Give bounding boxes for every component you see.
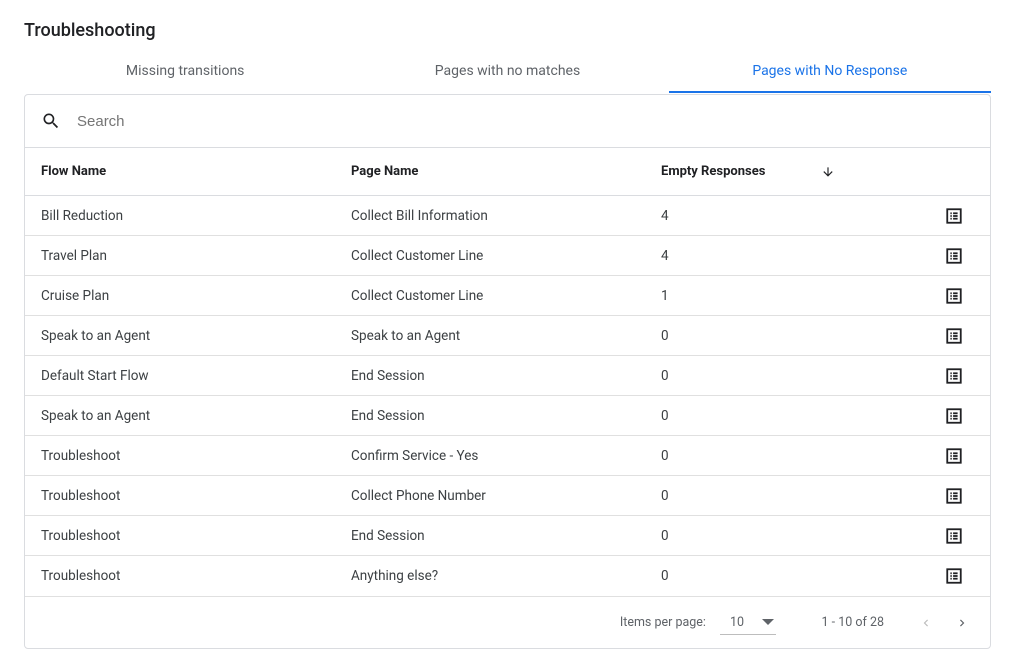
chevron-right-icon — [955, 616, 969, 630]
details-list-icon — [945, 327, 963, 345]
details-list-icon — [945, 367, 963, 385]
table-row: TroubleshootAnything else?0 — [25, 556, 990, 596]
view-details-button[interactable] — [934, 367, 974, 385]
table-header: Flow Name Page Name Empty Responses — [25, 148, 990, 196]
details-list-icon — [945, 207, 963, 225]
cell-flow-name: Troubleshoot — [41, 488, 351, 504]
search-input[interactable] — [75, 112, 974, 131]
cell-flow-name: Bill Reduction — [41, 208, 351, 224]
view-details-button[interactable] — [934, 207, 974, 225]
details-list-icon — [945, 447, 963, 465]
cell-page-name: Collect Phone Number — [351, 488, 661, 504]
search-bar — [25, 95, 990, 148]
cell-empty-responses: 4 — [661, 248, 821, 264]
table-row: Default Start FlowEnd Session0 — [25, 356, 990, 396]
view-details-button[interactable] — [934, 407, 974, 425]
table-row: TroubleshootEnd Session0 — [25, 516, 990, 556]
table-body: Bill ReductionCollect Bill Information4 … — [25, 196, 990, 596]
view-details-button[interactable] — [934, 527, 974, 545]
view-details-button[interactable] — [934, 327, 974, 345]
sort-indicator[interactable] — [821, 165, 861, 179]
table-row: Speak to an AgentEnd Session0 — [25, 396, 990, 436]
header-page-name[interactable]: Page Name — [351, 164, 661, 179]
view-details-button[interactable] — [934, 287, 974, 305]
view-details-button[interactable] — [934, 487, 974, 505]
cell-flow-name: Speak to an Agent — [41, 408, 351, 424]
prev-page-button[interactable] — [912, 609, 940, 637]
cell-empty-responses: 0 — [661, 568, 821, 584]
cell-empty-responses: 0 — [661, 488, 821, 504]
cell-empty-responses: 4 — [661, 208, 821, 224]
table-footer: Items per page: 10 1 - 10 of 28 — [25, 596, 990, 648]
cell-flow-name: Troubleshoot — [41, 528, 351, 544]
next-page-button[interactable] — [948, 609, 976, 637]
table-row: TroubleshootConfirm Service - Yes0 — [25, 436, 990, 476]
tabs: Missing transitions Pages with no matche… — [24, 49, 991, 94]
table-row: Travel PlanCollect Customer Line4 — [25, 236, 990, 276]
details-list-icon — [945, 487, 963, 505]
details-list-icon — [945, 567, 963, 585]
dropdown-arrow-icon — [762, 616, 774, 628]
view-details-button[interactable] — [934, 247, 974, 265]
cell-empty-responses: 0 — [661, 368, 821, 384]
tab-pages-no-response[interactable]: Pages with No Response — [669, 49, 991, 93]
search-icon — [41, 111, 61, 131]
header-flow-name[interactable]: Flow Name — [41, 164, 351, 179]
table-row: TroubleshootCollect Phone Number0 — [25, 476, 990, 516]
table-row: Cruise PlanCollect Customer Line1 — [25, 276, 990, 316]
cell-empty-responses: 0 — [661, 448, 821, 464]
cell-page-name: Anything else? — [351, 568, 661, 584]
items-per-page-select[interactable]: 10 — [720, 611, 776, 635]
pagination-range: 1 - 10 of 28 — [804, 615, 884, 630]
cell-empty-responses: 1 — [661, 288, 821, 304]
cell-page-name: Speak to an Agent — [351, 328, 661, 344]
cell-empty-responses: 0 — [661, 528, 821, 544]
cell-page-name: End Session — [351, 368, 661, 384]
chevron-left-icon — [919, 616, 933, 630]
view-details-button[interactable] — [934, 447, 974, 465]
cell-page-name: Collect Customer Line — [351, 288, 661, 304]
cell-flow-name: Cruise Plan — [41, 288, 351, 304]
cell-page-name: Confirm Service - Yes — [351, 448, 661, 464]
cell-page-name: Collect Bill Information — [351, 208, 661, 224]
cell-flow-name: Troubleshoot — [41, 448, 351, 464]
items-per-page-value: 10 — [730, 615, 744, 630]
arrow-down-icon — [821, 165, 835, 179]
cell-empty-responses: 0 — [661, 408, 821, 424]
results-panel: Flow Name Page Name Empty Responses Bill… — [24, 94, 991, 649]
details-list-icon — [945, 527, 963, 545]
cell-page-name: End Session — [351, 528, 661, 544]
view-details-button[interactable] — [934, 567, 974, 585]
cell-page-name: End Session — [351, 408, 661, 424]
cell-empty-responses: 0 — [661, 328, 821, 344]
cell-flow-name: Travel Plan — [41, 248, 351, 264]
cell-flow-name: Speak to an Agent — [41, 328, 351, 344]
header-empty-responses[interactable]: Empty Responses — [661, 164, 821, 179]
table-row: Speak to an AgentSpeak to an Agent0 — [25, 316, 990, 356]
details-list-icon — [945, 287, 963, 305]
cell-page-name: Collect Customer Line — [351, 248, 661, 264]
cell-flow-name: Troubleshoot — [41, 568, 351, 584]
page-title: Troubleshooting — [24, 20, 991, 41]
items-per-page-label: Items per page: — [620, 615, 706, 630]
tab-missing-transitions[interactable]: Missing transitions — [24, 49, 346, 93]
cell-flow-name: Default Start Flow — [41, 368, 351, 384]
tab-pages-no-matches[interactable]: Pages with no matches — [346, 49, 668, 93]
table-row: Bill ReductionCollect Bill Information4 — [25, 196, 990, 236]
details-list-icon — [945, 247, 963, 265]
details-list-icon — [945, 407, 963, 425]
